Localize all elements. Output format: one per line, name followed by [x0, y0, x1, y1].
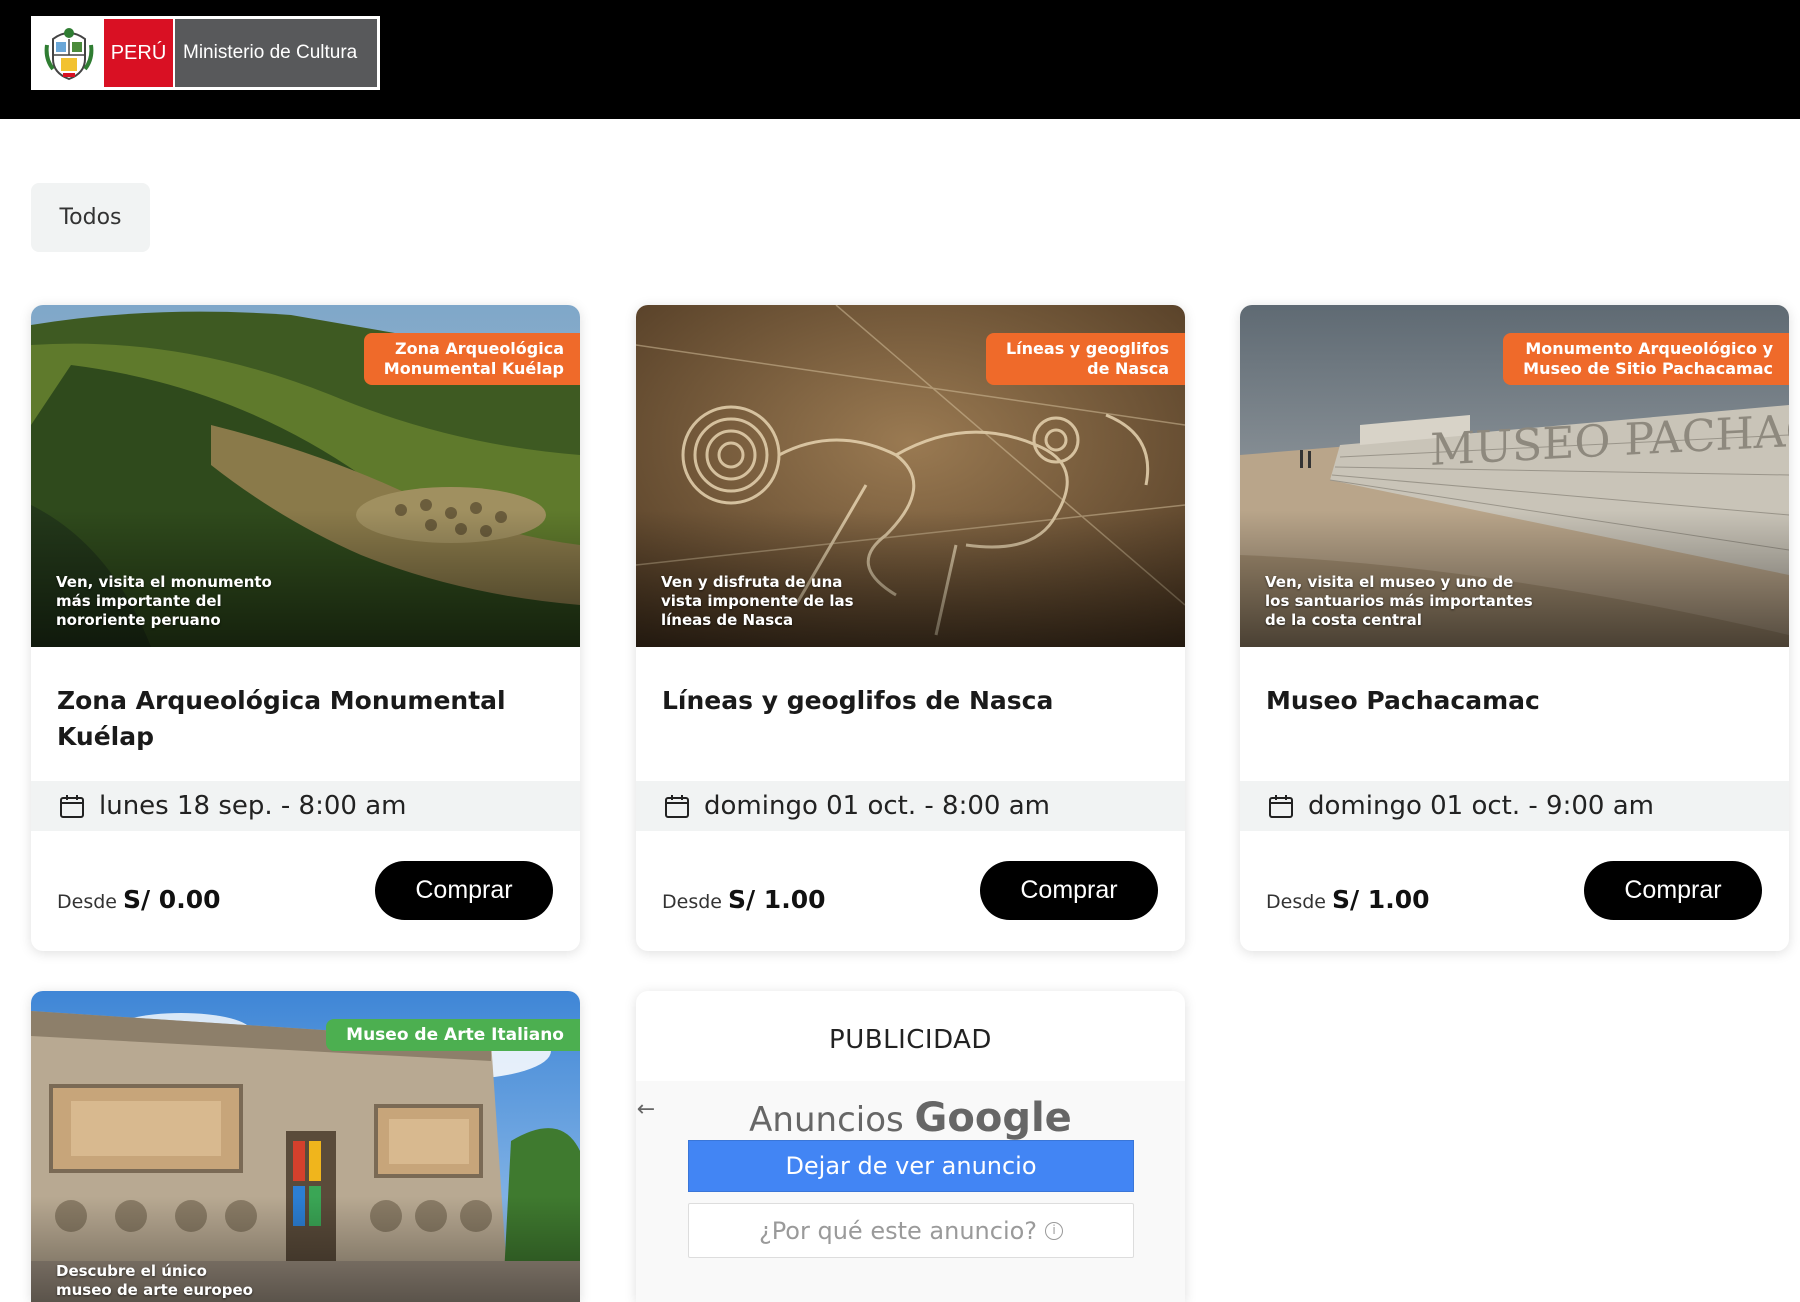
buy-button[interactable]: Comprar: [980, 861, 1158, 920]
why-this-ad-label: ¿Por qué este anuncio?: [758, 1216, 1038, 1245]
price-from-label: Desde: [1266, 891, 1326, 913]
event-card-nasca: Líneas y geoglifos de Nasca Ven y disfru…: [636, 305, 1185, 951]
event-image-nasca[interactable]: Líneas y geoglifos de Nasca Ven y disfru…: [636, 305, 1185, 647]
event-price: S/ 0.00: [122, 885, 221, 914]
info-icon: i: [1045, 1221, 1064, 1240]
event-price-block: Desde S/ 1.00: [662, 885, 826, 914]
site-header: PERÚ Ministerio de Cultura: [0, 0, 1800, 119]
event-price: S/ 1.00: [1331, 885, 1430, 914]
logo-country: PERÚ: [104, 19, 173, 87]
peru-coat-of-arms-icon: [34, 19, 104, 87]
event-price: S/ 1.00: [727, 885, 826, 914]
event-tag: Museo de Arte Italiano: [326, 1019, 580, 1051]
google-ads-title: Anuncios Google: [636, 1095, 1185, 1141]
event-image-pachacamac[interactable]: MUSEO PACHACAMAC Monumento Arqueológico …: [1240, 305, 1789, 647]
event-date-text: lunes 18 sep. - 8:00 am: [99, 791, 407, 821]
event-tag: Líneas y geoglifos de Nasca: [985, 333, 1185, 385]
filter-todos-button[interactable]: Todos: [31, 183, 150, 252]
event-card-kuelap: Zona Arqueológica Monumental Kuélap Ven,…: [31, 305, 580, 951]
event-card-pachacamac: MUSEO PACHACAMAC Monumento Arqueológico …: [1240, 305, 1789, 951]
event-date: domingo 01 oct. - 9:00 am: [1240, 781, 1789, 831]
why-this-ad-button[interactable]: ¿Por qué este anuncio? i: [688, 1203, 1134, 1258]
google-label: Google: [914, 1095, 1072, 1141]
event-price-block: Desde S/ 1.00: [1266, 885, 1430, 914]
advertisement-card: PUBLICIDAD ← Anuncios Google Dejar de ve…: [636, 991, 1185, 1302]
ad-heading: PUBLICIDAD: [829, 1025, 992, 1055]
event-image-caption: Descubre el único museo de arte europeo: [56, 1262, 253, 1299]
event-date-text: domingo 01 oct. - 8:00 am: [704, 791, 1050, 821]
ministerio-logo[interactable]: PERÚ Ministerio de Cultura: [31, 16, 380, 90]
buy-button[interactable]: Comprar: [1584, 861, 1762, 920]
calendar-icon: [1269, 795, 1293, 818]
event-tag: Monumento Arqueológico y Museo de Sitio …: [1503, 333, 1789, 385]
event-footer: Desde S/ 1.00 Comprar: [636, 831, 1185, 951]
event-date-text: domingo 01 oct. - 9:00 am: [1308, 791, 1654, 821]
logo-ministry: Ministerio de Cultura: [173, 19, 377, 87]
event-date: domingo 01 oct. - 8:00 am: [636, 781, 1185, 831]
buy-button[interactable]: Comprar: [375, 861, 553, 920]
event-price-block: Desde S/ 0.00: [57, 885, 221, 914]
event-footer: Desde S/ 1.00 Comprar: [1240, 831, 1789, 951]
event-card-arte-italiano: Museo de Arte Italiano Descubre el único…: [31, 991, 580, 1302]
event-image-caption: Ven y disfruta de una vista imponente de…: [661, 573, 854, 629]
ad-body: ← Anuncios Google Dejar de ver anuncio ¿…: [636, 1081, 1185, 1302]
event-date: lunes 18 sep. - 8:00 am: [31, 781, 580, 831]
price-from-label: Desde: [662, 891, 722, 913]
stop-ad-button[interactable]: Dejar de ver anuncio: [688, 1140, 1134, 1192]
calendar-icon: [60, 795, 84, 818]
calendar-icon: [665, 795, 689, 818]
event-tag: Zona Arqueológica Monumental Kuélap: [363, 333, 580, 385]
event-image-caption: Ven, visita el monumento más importante …: [56, 573, 272, 629]
event-image-arte-italiano[interactable]: Museo de Arte Italiano Descubre el único…: [31, 991, 580, 1302]
event-title[interactable]: Museo Pachacamac: [1240, 647, 1789, 781]
event-title[interactable]: Líneas y geoglifos de Nasca: [636, 647, 1185, 781]
event-image-caption: Ven, visita el museo y uno de los santua…: [1265, 573, 1533, 629]
event-image-kuelap[interactable]: Zona Arqueológica Monumental Kuélap Ven,…: [31, 305, 580, 647]
event-title[interactable]: Zona Arqueológica Monumental Kuélap: [31, 647, 580, 781]
ads-label: Anuncios: [749, 1100, 904, 1140]
price-from-label: Desde: [57, 891, 117, 913]
event-footer: Desde S/ 0.00 Comprar: [31, 831, 580, 951]
